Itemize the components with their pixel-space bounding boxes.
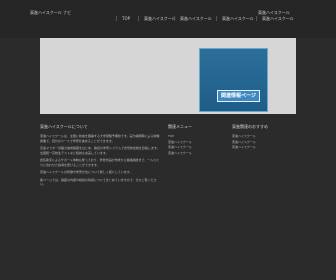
related-menu: 関連メニュー TOP 東進ハイスクール 東進ハイスクール 東進ハイスクール: [168, 124, 220, 156]
related-menu-title: 関連メニュー: [168, 124, 192, 129]
nav-item-2[interactable]: 東進ハイスクール: [174, 16, 212, 21]
paragraph: 各ページでは、講座の内容や模試の情報についてまとめていますので、ぜひご覧ください…: [40, 177, 157, 187]
banner-button[interactable]: 関連情報ページ: [217, 90, 260, 102]
nav-item-4[interactable]: 東進ハイスクール: [256, 16, 294, 21]
content-area: 東進ハイスクールについて 東進ハイスクールは、全国に校舎を展開する大学受験予備校…: [40, 124, 296, 274]
site-title[interactable]: 東進ハイスクール ナビ: [30, 10, 71, 16]
nav-item-3[interactable]: 東進ハイスクール: [216, 16, 254, 21]
main-column: 東進ハイスクールについて 東進ハイスクールは、全国に校舎を展開する大学受験予備校…: [40, 124, 160, 190]
recommend-menu-item[interactable]: 東進ハイスクール: [232, 145, 294, 151]
nav-item-1[interactable]: 東進ハイスクール: [138, 16, 176, 21]
main-section-title: 東進ハイスクールについて: [40, 124, 88, 129]
top-bar: 東進ハイスクール ナビ 東進ハイスクール TOP 東進ハイスクール 東進ハイスク…: [0, 0, 336, 38]
paragraph: 高速マスター基礎力養成講座をはじめ、独自の学習システムで志望校合格を目指します。…: [40, 146, 160, 155]
related-menu-item[interactable]: 東進ハイスクール: [168, 151, 220, 157]
paragraph: 担任助手によるサポート体制も整っており、学習計画の作成から進路相談まで、一人ひと…: [40, 158, 160, 167]
recommend-menu-title: 東進関連のおすすめ: [232, 124, 268, 129]
paragraph: 東進ハイスクールの特徴や学習方法について詳しく紹介しています。: [40, 170, 133, 174]
nav-item-top[interactable]: TOP: [116, 16, 130, 21]
paragraph: 東進ハイスクールは、全国に校舎を展開する大学受験予備校です。実力講師陣による映像…: [40, 134, 160, 143]
recommend-menu: 東進関連のおすすめ 東進ハイスクール 東進ハイスクール 東進ハイスクール: [232, 124, 294, 151]
banner-panel[interactable]: [199, 48, 268, 112]
